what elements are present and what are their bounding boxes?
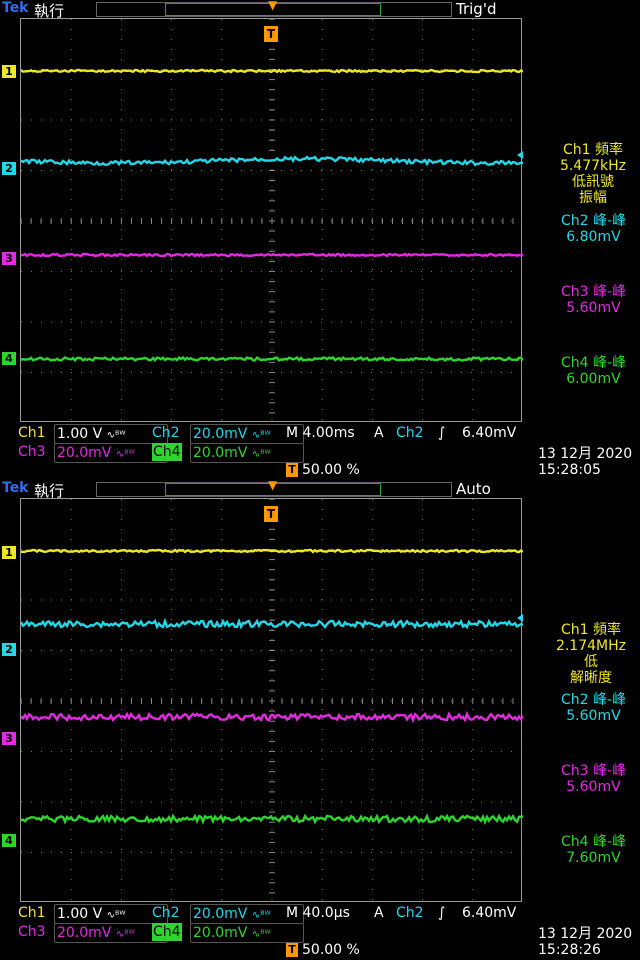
trigger-level-arrow-icon[interactable]	[517, 614, 523, 622]
ch1-waveform	[21, 548, 523, 554]
ch4-label[interactable]: Ch4	[152, 443, 182, 461]
measurement-ch3-value: 5.60mV	[566, 779, 621, 795]
ch4-marker[interactable]: 4	[2, 352, 16, 365]
waveform-grid[interactable]	[20, 498, 523, 903]
timebase[interactable]: M 4.00ms	[286, 424, 355, 442]
time-text: 15:28:26	[538, 942, 601, 958]
measurement-ch2-value: 5.60mV	[566, 708, 621, 724]
trigger-position-icon: T	[286, 463, 298, 477]
datetime: 13 12月 2020 15:28:05	[538, 446, 632, 478]
scope-screen-bottom: Tek 執行 ▼ Auto T 1 2 3 4 Ch1 頻率 2.174MHz …	[0, 478, 640, 960]
ch2-waveform	[21, 617, 523, 630]
measurement-ch1-title: Ch1 頻率	[560, 622, 621, 638]
ch1-marker[interactable]: 1	[2, 65, 16, 78]
ch1-label[interactable]: Ch1	[18, 424, 46, 442]
graticule	[21, 19, 523, 423]
status-bar: Ch1 1.00 V ∿ᴮᵂ Ch2 20.0mV ∿ᴮᵂ M 4.00ms A…	[18, 424, 524, 463]
measurement-ch2: Ch2 峰-峰 6.80mV	[561, 213, 626, 245]
trigger-source[interactable]: Ch2	[396, 904, 424, 922]
measurement-ch1-value: 5.477kHz	[559, 158, 626, 174]
ch3-scale[interactable]: 20.0mV ∿ᴮᵂ	[54, 923, 168, 943]
measurement-ch4-title: Ch4 峰-峰	[560, 355, 626, 371]
measurement-ch1: Ch1 頻率 5.477kHz 低訊號 振幅	[560, 142, 626, 206]
ch4-marker[interactable]: 4	[2, 834, 16, 847]
ch1-scale[interactable]: 1.00 V ∿ᴮᵂ	[54, 904, 168, 924]
measurement-ch4-title: Ch4 峰-峰	[560, 834, 626, 850]
trigger-status: Trig'd	[456, 0, 497, 18]
trigger-position-arrow-icon: ▼	[268, 0, 278, 12]
trigger-position[interactable]: T 50.00 %	[286, 462, 360, 478]
measurement-ch1-value: 2.174MHz	[555, 638, 626, 654]
trigger-slope-icon[interactable]: ∫	[438, 424, 445, 442]
trigger-time-marker[interactable]: T	[264, 26, 278, 42]
measurement-ch3-title: Ch3 峰-峰	[560, 284, 626, 300]
datetime: 13 12月 2020 15:28:26	[538, 926, 632, 958]
date-text: 13 12月 2020	[538, 926, 633, 942]
measurement-ch2-title: Ch2 峰-峰	[560, 213, 626, 229]
ch3-label[interactable]: Ch3	[18, 923, 46, 941]
ch1-label[interactable]: Ch1	[18, 904, 46, 922]
trigger-status: Auto	[456, 480, 491, 498]
trigger-level[interactable]: 6.40mV	[462, 904, 516, 922]
waveform-grid[interactable]	[20, 18, 523, 423]
trigger-slope-icon[interactable]: ∫	[438, 904, 445, 922]
ch3-label[interactable]: Ch3	[18, 443, 46, 461]
ch4-label[interactable]: Ch4	[152, 923, 182, 941]
ch3-marker[interactable]: 3	[2, 732, 16, 745]
ch4-waveform	[21, 813, 523, 826]
measurement-ch1-note1: 低	[583, 654, 598, 670]
measurement-ch3: Ch3 峰-峰 5.60mV	[561, 284, 626, 316]
ch2-waveform	[21, 155, 523, 167]
time-text: 15:28:05	[538, 462, 601, 478]
measurement-ch1-note1: 低訊號	[571, 174, 614, 190]
trigger-position-arrow-icon: ▼	[268, 478, 278, 492]
trigger-level[interactable]: 6.40mV	[462, 424, 516, 442]
measurement-ch1-title: Ch1 頻率	[562, 142, 623, 158]
ch2-marker[interactable]: 2	[2, 643, 16, 656]
measurement-ch1-note2: 振幅	[578, 190, 607, 206]
trigger-position-value: 50.00 %	[302, 942, 360, 958]
ch1-waveform	[21, 68, 523, 74]
ch4-scale[interactable]: 20.0mV ∿ᴮᵂ	[190, 443, 304, 463]
measurement-ch1: Ch1 頻率 2.174MHz 低 解晰度	[556, 622, 626, 686]
scope-screen-top: Tek 執行 ▼ Trig'd T 1 2 3 4 Ch1 頻率 5.477kH…	[0, 0, 640, 480]
measurement-ch3-value: 5.60mV	[566, 300, 621, 316]
measurement-ch4: Ch4 峰-峰 7.60mV	[561, 834, 626, 866]
measurement-ch2-title: Ch2 峰-峰	[560, 692, 626, 708]
measurement-ch3-title: Ch3 峰-峰	[560, 763, 626, 779]
trigger-label: A	[374, 905, 384, 921]
ch3-waveform	[21, 252, 523, 258]
trigger-position[interactable]: T 50.00 %	[286, 942, 360, 958]
trigger-source[interactable]: Ch2	[396, 424, 424, 442]
measurement-ch4-value: 7.60mV	[566, 850, 621, 866]
measurement-ch3: Ch3 峰-峰 5.60mV	[561, 763, 626, 795]
brand-logo: Tek	[2, 480, 29, 496]
ch3-scale[interactable]: 20.0mV ∿ᴮᵂ	[54, 443, 168, 463]
ch2-label[interactable]: Ch2	[152, 904, 180, 922]
measurement-ch1-note2: 解晰度	[569, 670, 612, 686]
ch1-scale[interactable]: 1.00 V ∿ᴮᵂ	[54, 424, 168, 444]
ch4-scale[interactable]: 20.0mV ∿ᴮᵂ	[190, 923, 304, 943]
trigger-time-marker[interactable]: T	[264, 506, 278, 522]
ch1-marker[interactable]: 1	[2, 546, 16, 559]
measurement-ch2-value: 6.80mV	[566, 229, 621, 245]
timebase[interactable]: M 40.0µs	[286, 904, 350, 922]
trigger-label: A	[374, 425, 384, 441]
date-text: 13 12月 2020	[538, 446, 633, 462]
measurement-ch4: Ch4 峰-峰 6.00mV	[561, 355, 626, 387]
trigger-position-value: 50.00 %	[302, 462, 360, 478]
trigger-position-icon: T	[286, 943, 298, 957]
ch4-waveform	[21, 355, 523, 363]
status-bar: Ch1 1.00 V ∿ᴮᵂ Ch2 20.0mV ∿ᴮᵂ M 40.0µs A…	[18, 904, 524, 943]
brand-logo: Tek	[2, 0, 29, 16]
measurement-ch4-value: 6.00mV	[566, 371, 621, 387]
graticule	[21, 499, 523, 903]
measurement-ch2: Ch2 峰-峰 5.60mV	[561, 692, 626, 724]
ch2-label[interactable]: Ch2	[152, 424, 180, 442]
ch2-marker[interactable]: 2	[2, 162, 16, 175]
trigger-level-arrow-icon[interactable]	[517, 151, 523, 159]
ch3-marker[interactable]: 3	[2, 252, 16, 265]
